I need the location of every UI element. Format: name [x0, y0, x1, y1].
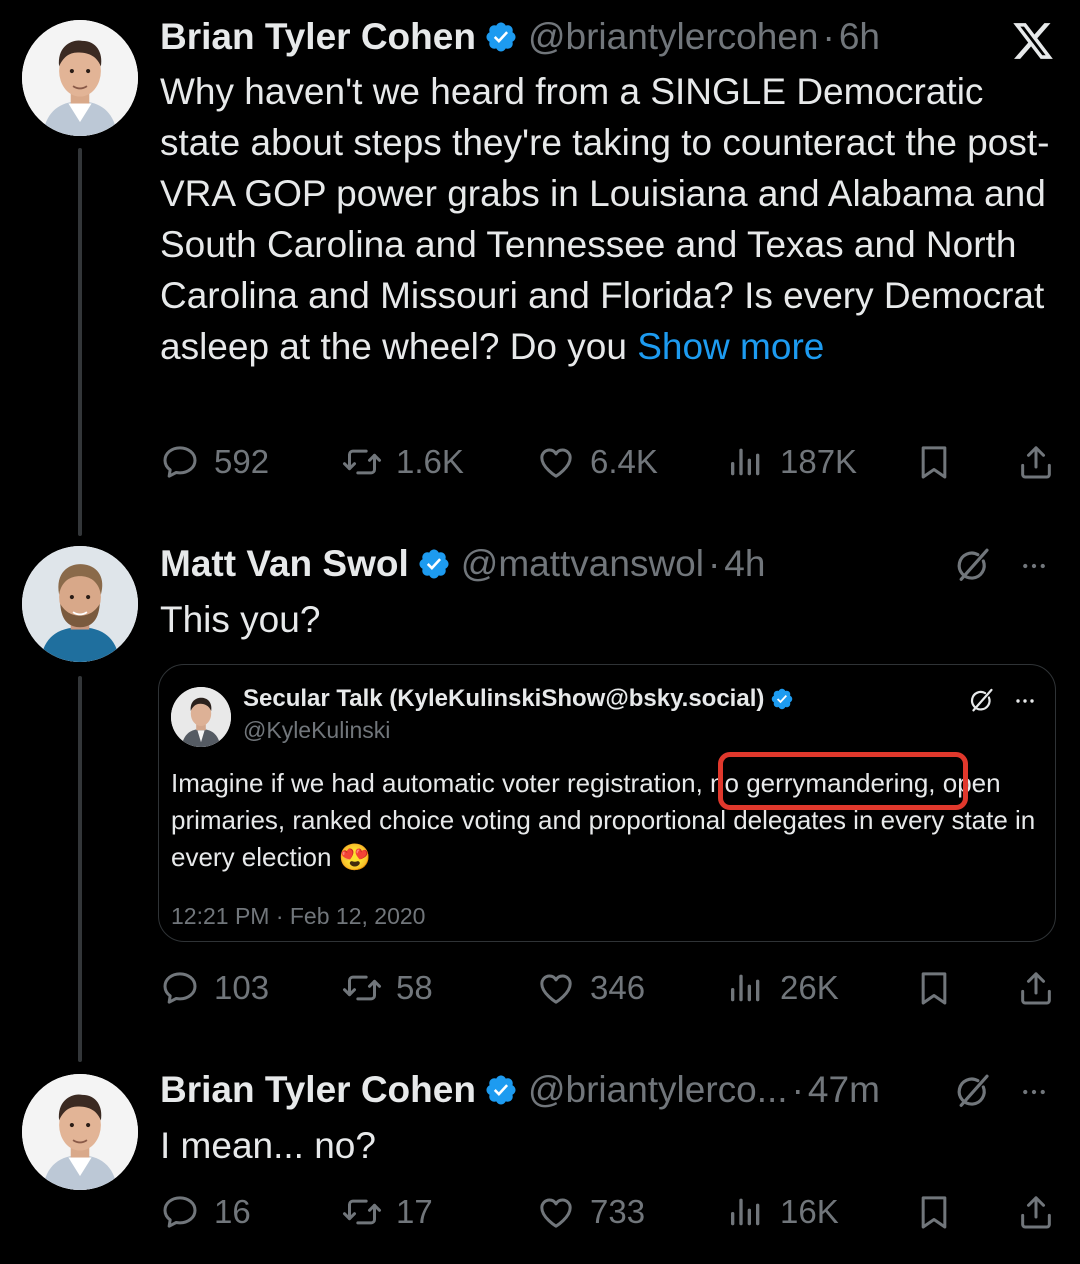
repost-count: 58 [396, 969, 433, 1006]
quoted-author-name[interactable]: Secular Talk (KyleKulinskiShow@bsky.soci… [243, 685, 764, 713]
author-name[interactable]: Brian Tyler Cohen [160, 16, 476, 58]
reply-icon [160, 442, 200, 482]
avatar[interactable] [171, 687, 231, 747]
repost-icon [342, 442, 382, 482]
thread-connector-line [78, 148, 82, 536]
timestamp[interactable]: 47m [808, 1069, 880, 1111]
share-button[interactable] [1016, 432, 1056, 492]
x-logo-icon [1010, 18, 1056, 64]
like-button[interactable]: 733 [536, 1182, 645, 1242]
bookmark-icon [914, 968, 954, 1008]
verified-badge-icon [484, 20, 518, 54]
grok-icon[interactable] [950, 544, 994, 588]
reply-count: 592 [214, 443, 270, 480]
like-icon [536, 968, 576, 1008]
repost-button[interactable]: 1.6K [342, 432, 464, 492]
more-icon[interactable] [1014, 546, 1054, 586]
bookmark-icon [914, 1192, 954, 1232]
repost-button[interactable]: 58 [342, 958, 433, 1018]
views-icon [726, 968, 766, 1008]
avatar[interactable] [22, 20, 138, 136]
annotation-highlight-box [718, 752, 968, 810]
views-count: 187K [780, 443, 858, 480]
author-name[interactable]: Brian Tyler Cohen [160, 1069, 476, 1111]
quoted-timestamp[interactable]: 12:21 PM · Feb 12, 2020 [171, 903, 425, 930]
avatar[interactable] [22, 1074, 138, 1190]
views-button[interactable]: 16K [726, 1182, 839, 1242]
avatar[interactable] [22, 546, 138, 662]
like-button[interactable]: 6.4K [536, 432, 658, 492]
reply-count: 103 [214, 969, 270, 1006]
separator-dot: · [707, 543, 721, 584]
show-more-link[interactable]: Show more [637, 326, 824, 367]
timestamp[interactable]: 6h [839, 16, 880, 58]
separator-dot: · [791, 1069, 804, 1110]
repost-icon [342, 1192, 382, 1232]
tweet-text: This you? [160, 599, 321, 640]
tweet-text: Why haven't we heard from a SINGLE Democ… [160, 71, 1050, 367]
repost-button[interactable]: 17 [342, 1182, 433, 1242]
like-button[interactable]: 346 [536, 958, 645, 1018]
bookmark-button[interactable] [914, 1182, 954, 1242]
author-name[interactable]: Matt Van Swol [160, 543, 409, 585]
author-handle[interactable]: @briantylerco... [528, 1069, 788, 1111]
thread-connector-line [78, 676, 82, 1062]
verified-badge-icon [770, 687, 794, 711]
views-count: 26K [780, 969, 839, 1006]
more-icon[interactable] [1014, 1072, 1054, 1112]
emoji: 😍 [338, 842, 372, 872]
views-button[interactable]: 26K [726, 958, 839, 1018]
share-button[interactable] [1016, 1182, 1056, 1242]
more-icon[interactable] [1009, 685, 1041, 717]
like-icon [536, 1192, 576, 1232]
reply-icon [160, 968, 200, 1008]
repost-count: 17 [396, 1193, 433, 1230]
share-icon [1016, 442, 1056, 482]
like-count: 346 [590, 969, 646, 1006]
views-icon [726, 1192, 766, 1232]
author-handle[interactable]: @briantylercohen [528, 16, 819, 58]
verified-badge-icon [417, 547, 451, 581]
grok-icon[interactable] [965, 685, 997, 717]
reply-button[interactable]: 16 [160, 1182, 251, 1242]
repost-count: 1.6K [396, 443, 464, 480]
quoted-author-handle[interactable]: @KyleKulinski [243, 717, 390, 744]
action-bar: 103 58 346 26K [160, 958, 1060, 1018]
like-icon [536, 442, 576, 482]
repost-icon [342, 968, 382, 1008]
like-count: 733 [590, 1193, 646, 1230]
reply-icon [160, 1192, 200, 1232]
share-button[interactable] [1016, 958, 1056, 1018]
views-button[interactable]: 187K [726, 432, 857, 492]
bookmark-button[interactable] [914, 432, 954, 492]
action-bar: 592 1.6K 6.4K 187K [160, 432, 1060, 492]
reply-button[interactable]: 592 [160, 432, 269, 492]
reply-button[interactable]: 103 [160, 958, 269, 1018]
verified-badge-icon [484, 1073, 518, 1107]
bookmark-button[interactable] [914, 958, 954, 1018]
author-handle[interactable]: @mattvanswol [461, 543, 704, 585]
bookmark-icon [914, 442, 954, 482]
separator-dot: · [822, 16, 835, 57]
action-bar: 16 17 733 16K [160, 1182, 1060, 1242]
reply-count: 16 [214, 1193, 251, 1230]
like-count: 6.4K [590, 443, 658, 480]
share-icon [1016, 968, 1056, 1008]
tweet-text: I mean... no? [160, 1125, 376, 1166]
grok-icon[interactable] [950, 1070, 994, 1114]
timestamp[interactable]: 4h [724, 543, 765, 585]
share-icon [1016, 1192, 1056, 1232]
views-count: 16K [780, 1193, 839, 1230]
views-icon [726, 442, 766, 482]
